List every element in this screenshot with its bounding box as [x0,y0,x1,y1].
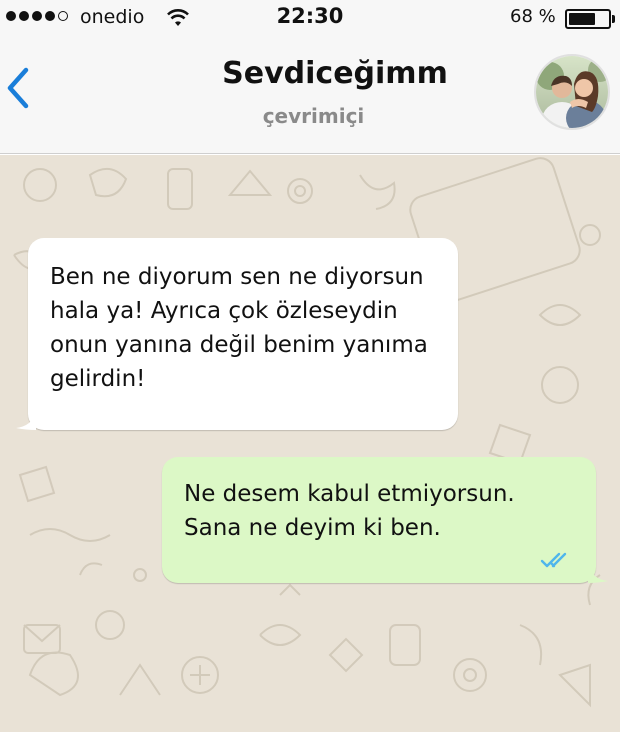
contact-name[interactable]: Sevdiceğimm [0,56,620,91]
outgoing-message-bubble[interactable]: Ne desem kabul etmiyorsun. Sana ne deyim… [162,457,608,583]
battery-percent: 68 % [510,6,556,27]
chat-area[interactable]: Ben ne diyorum sen ne diyorsun hala ya! … [0,155,620,732]
battery-nub [612,15,615,23]
bubble-tail [588,565,608,583]
double-check-read-icon [540,552,567,568]
contact-avatar[interactable] [534,54,610,130]
battery-icon [565,9,611,29]
contact-status: çevrimiçi [262,104,365,128]
bubble-tail [16,412,36,430]
chat-header: Sevdiceğimm çevrimiçi [0,36,620,154]
incoming-message-bubble[interactable]: Ben ne diyorum sen ne diyorsun hala ya! … [16,238,458,430]
status-bar: onedio 22:30 68 % [0,0,620,36]
incoming-message-text: Ben ne diyorum sen ne diyorsun hala ya! … [50,264,428,392]
outgoing-message-text: Ne desem kabul etmiyorsun. Sana ne deyim… [184,481,515,541]
